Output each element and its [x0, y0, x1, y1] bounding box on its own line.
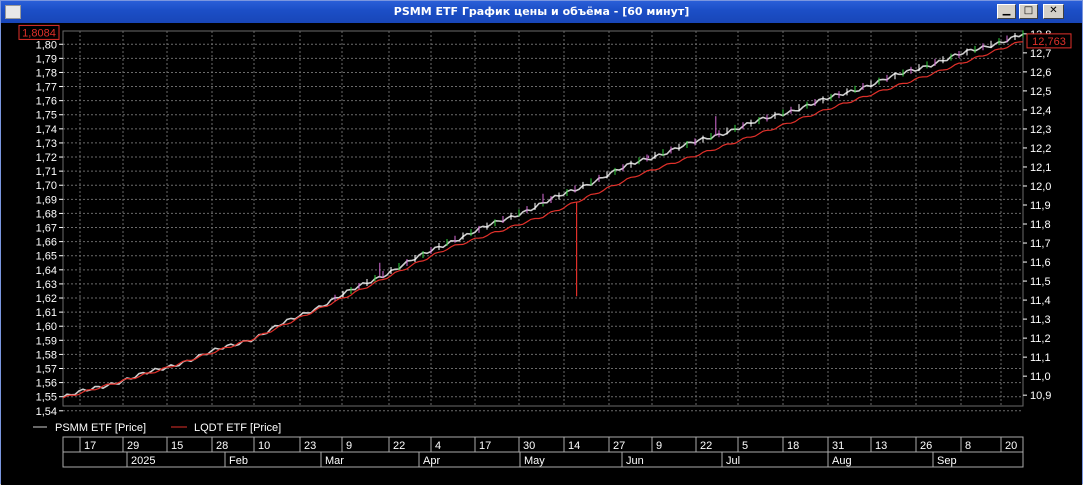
right-tick-label: 12,4	[1030, 105, 1051, 117]
day-tick-label: 15	[171, 440, 183, 452]
right-tick-label: 11,5	[1030, 276, 1051, 288]
right-last-value: 12,763	[1032, 36, 1066, 48]
maximize-button[interactable]: □	[1019, 4, 1038, 19]
left-tick-label: 1,62	[36, 293, 57, 305]
day-tick-label: 18	[787, 440, 799, 452]
month-label: May	[524, 455, 545, 467]
left-tick-label: 1,66	[36, 237, 57, 249]
day-tick-label: 5	[742, 440, 748, 452]
left-tick-label: 1,70	[36, 180, 57, 192]
left-tick-label: 1,56	[36, 378, 57, 390]
price-chart: 1,80 1,79 1,78 1,77 1,76 1,75 1,74 1,73 1,72 1,71…	[1, 23, 1082, 485]
month-label: Apr	[423, 455, 440, 467]
month-label: Sep	[937, 455, 957, 467]
day-tick-label: 23	[304, 440, 316, 452]
right-tick-label: 12,0	[1030, 181, 1051, 193]
day-tick-label: 10	[258, 440, 270, 452]
day-tick-label: 31	[832, 440, 844, 452]
left-tick-label: 1,74	[36, 124, 57, 136]
right-tick-label: 11,2	[1030, 333, 1051, 345]
left-last-value: 1,8084	[22, 27, 56, 39]
left-tick-label: 1,78	[36, 67, 57, 79]
left-tick-label: 1,54	[36, 406, 57, 418]
day-tick-label: 17	[84, 440, 96, 452]
legend-label-lqdt: LQDT ETF [Price]	[194, 422, 281, 434]
right-tick-label: 11,3	[1030, 314, 1051, 326]
left-tick-label: 1,59	[36, 335, 57, 347]
left-tick-label: 1,79	[36, 53, 57, 65]
legend-label-psmm: PSMM ETF [Price]	[55, 422, 146, 434]
day-tick-label: 29	[127, 440, 139, 452]
day-tick-label: 9	[346, 440, 352, 452]
title-bar[interactable]: PSMM ETF График цены и объёма - [60 мину…	[1, 1, 1082, 23]
chart-window: PSMM ETF График цены и объёма - [60 мину…	[0, 0, 1083, 485]
close-button[interactable]: ✕	[1043, 4, 1064, 19]
left-tick-label: 1,58	[36, 349, 57, 361]
right-tick-label: 12,3	[1030, 124, 1051, 136]
month-label: Mar	[325, 455, 344, 467]
left-tick-label: 1,60	[36, 321, 57, 333]
left-tick-label: 1,57	[36, 364, 57, 376]
left-tick-label: 1,77	[36, 82, 57, 94]
month-label: Jun	[626, 455, 644, 467]
left-tick-label: 1,67	[36, 223, 57, 235]
right-tick-label: 10,9	[1030, 390, 1051, 402]
left-tick-label: 1,69	[36, 194, 57, 206]
x-axis[interactable]: 17 29 15 28 10 23 9 22 4 17 30 14 27 9 22 5 18 31 13 26 8 202…	[62, 436, 1024, 468]
day-tick-label: 13	[875, 440, 887, 452]
right-tick-label: 11,6	[1030, 257, 1051, 269]
day-tick-label: 20	[1005, 440, 1017, 452]
left-tick-label: 1,72	[36, 152, 57, 164]
right-tick-label: 12,7	[1030, 48, 1051, 60]
left-tick-label: 1,63	[36, 279, 57, 291]
day-tick-label: 4	[435, 440, 441, 452]
day-tick-label: 14	[568, 440, 580, 452]
right-tick-label: 12,1	[1030, 162, 1051, 174]
right-tick-label: 11,7	[1030, 238, 1051, 250]
day-tick-label: 22	[700, 440, 712, 452]
right-tick-label: 11,8	[1030, 219, 1051, 231]
day-tick-label: 9	[656, 440, 662, 452]
day-tick-label: 17	[479, 440, 491, 452]
left-tick-label: 1,80	[36, 39, 57, 51]
day-tick-label: 28	[216, 440, 228, 452]
window-title: PSMM ETF График цены и объёма - [60 мину…	[393, 5, 690, 18]
right-tick-label: 12,6	[1030, 67, 1051, 79]
right-tick-label: 11,4	[1030, 295, 1051, 307]
right-tick-label: 12,5	[1030, 86, 1051, 98]
right-tick-label: 11,1	[1030, 352, 1051, 364]
right-tick-label: 11,9	[1030, 200, 1051, 212]
month-label: Jul	[726, 455, 740, 467]
right-tick-label: 11,0	[1030, 371, 1051, 383]
left-tick-label: 1,75	[36, 110, 57, 122]
right-tick-label: 12,2	[1030, 143, 1051, 155]
day-tick-label: 30	[523, 440, 535, 452]
chart-background	[1, 23, 1082, 485]
left-tick-label: 1,68	[36, 208, 57, 220]
left-tick-label: 1,71	[36, 166, 57, 178]
left-tick-label: 1,65	[36, 251, 57, 263]
day-tick-label: 8	[965, 440, 971, 452]
month-label: 2025	[131, 455, 155, 467]
minimize-button[interactable]: ▁	[997, 4, 1016, 19]
day-tick-label: 27	[613, 440, 625, 452]
left-tick-label: 1,61	[36, 307, 57, 319]
left-tick-label: 1,76	[36, 96, 57, 108]
left-tick-label: 1,73	[36, 138, 57, 150]
day-tick-label: 26	[920, 440, 932, 452]
left-tick-label: 1,55	[36, 392, 57, 404]
month-label: Aug	[832, 455, 852, 467]
left-tick-label: 1,64	[36, 265, 57, 277]
month-label: Feb	[229, 455, 248, 467]
day-tick-label: 22	[393, 440, 405, 452]
